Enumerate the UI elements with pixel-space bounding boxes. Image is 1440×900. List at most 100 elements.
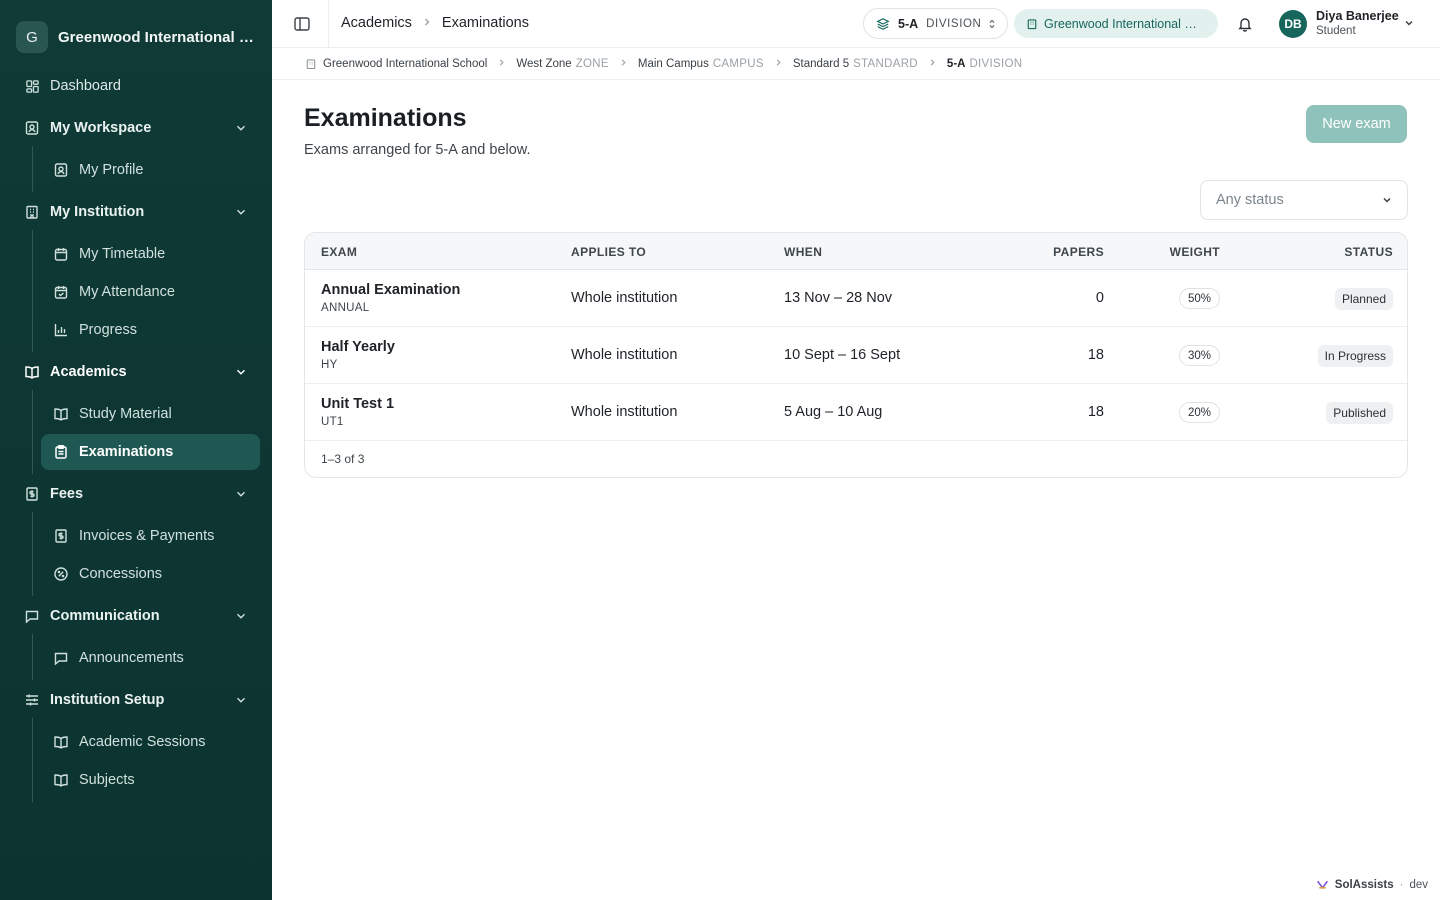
sidebar-item-dashboard[interactable]: Dashboard	[12, 68, 260, 104]
exam-name[interactable]: Half Yearly	[321, 339, 395, 355]
building-icon	[1027, 18, 1037, 29]
exam-when: 13 Nov – 28 Nov	[784, 290, 893, 306]
calendar-check-icon	[53, 284, 69, 300]
sidebar-item-progress[interactable]: Progress	[41, 312, 260, 348]
exam-papers: 18	[1087, 347, 1104, 363]
scope-crumb-name: Main Campus	[637, 57, 709, 70]
id-badge-icon	[53, 162, 69, 178]
column-header-weight[interactable]: WEIGHT	[1170, 245, 1220, 259]
user-name[interactable]: Diya Banerjee	[1316, 9, 1399, 23]
nav-guide-line	[32, 512, 33, 596]
sidebar-item-my-timetable[interactable]: My Timetable	[41, 236, 260, 272]
column-header-when[interactable]: WHEN	[784, 245, 822, 259]
scope-crumb-campus[interactable]: Main Campus CAMPUS	[638, 58, 764, 70]
pagination-summary: 1–3 of 3	[321, 452, 365, 466]
status-filter-select[interactable]: Any status	[1200, 180, 1408, 220]
sidebar-toggle-icon[interactable]	[293, 15, 311, 33]
topbar: Academics Examinations 5-A DIVISION Gree…	[272, 0, 1440, 48]
sidebar-item-label: My Institution	[50, 204, 145, 220]
nav-guide-line	[32, 718, 33, 802]
breadcrumb-academics[interactable]: Academics	[341, 15, 412, 31]
sidebar-item-my-profile[interactable]: My Profile	[41, 152, 260, 188]
scope-crumb-standard[interactable]: Standard 5 STANDARD	[793, 58, 918, 70]
discount-badge-icon	[53, 566, 69, 582]
nav-guide-line	[32, 230, 33, 352]
book-open-icon	[53, 772, 69, 788]
exam-code: ANNUAL	[321, 302, 370, 314]
exam-name[interactable]: Unit Test 1	[321, 396, 394, 412]
sidebar-item-concessions[interactable]: Concessions	[41, 556, 260, 592]
sidebar-item-subjects[interactable]: Subjects	[41, 762, 260, 798]
sidebar-group-my-workspace[interactable]: My Workspace	[12, 110, 260, 146]
column-header-applies-to[interactable]: APPLIES TO	[571, 245, 646, 259]
page-title: Examinations	[304, 104, 467, 132]
sidebar-item-label: Fees	[50, 486, 84, 502]
chevron-right-icon	[497, 58, 506, 70]
table-row[interactable]: Unit Test 1 UT1 Whole institution 5 Aug …	[305, 384, 1407, 441]
exam-applies-to: Whole institution	[571, 404, 678, 420]
exam-applies-to: Whole institution	[571, 347, 678, 363]
sidebar-item-label: Study Material	[79, 406, 172, 422]
sidebar-item-study-material[interactable]: Study Material	[41, 396, 260, 432]
status-badge: In Progress	[1317, 345, 1393, 367]
table-header: EXAM APPLIES TO WHEN PAPERS WEIGHT STATU…	[305, 233, 1407, 270]
new-exam-button[interactable]: New exam	[1306, 105, 1407, 143]
sidebar-group-academics[interactable]: Academics	[12, 354, 260, 390]
scope-crumb-division: 5-A DIVISION	[947, 58, 1022, 70]
sliders-icon	[24, 692, 40, 708]
sidebar-group-institution-setup[interactable]: Institution Setup	[12, 682, 260, 718]
nav-guide-line	[32, 390, 33, 474]
sidebar-item-label: Dashboard	[50, 78, 121, 94]
avatar[interactable]: DB	[1279, 10, 1307, 38]
sidebar-group-communication[interactable]: Communication	[12, 598, 260, 634]
table-row[interactable]: Half Yearly HY Whole institution 10 Sept…	[305, 327, 1407, 384]
institution-pill[interactable]: Greenwood International School	[1014, 9, 1218, 38]
scope-switcher[interactable]: 5-A DIVISION	[863, 8, 1008, 39]
sidebar-item-academic-sessions[interactable]: Academic Sessions	[41, 724, 260, 760]
exam-papers: 0	[1095, 290, 1104, 306]
environment-tag: SolAssists · dev	[1316, 878, 1428, 891]
sidebar-group-my-institution[interactable]: My Institution	[12, 194, 260, 230]
exam-name[interactable]: Annual Examination	[321, 282, 460, 298]
sidebar-group-fees[interactable]: Fees	[12, 476, 260, 512]
nav-guide-line	[32, 634, 33, 680]
book-open-icon	[53, 734, 69, 750]
brand[interactable]: G Greenwood International School	[0, 0, 272, 74]
table-row[interactable]: Annual Examination ANNUAL Whole institut…	[305, 270, 1407, 327]
scope-crumb-level: DIVISION	[969, 57, 1023, 70]
scope-crumb-level: CAMPUS	[712, 57, 764, 70]
exam-code: UT1	[321, 416, 344, 428]
sidebar-item-invoices-payments[interactable]: Invoices & Payments	[41, 518, 260, 554]
sidebar-item-examinations[interactable]: Examinations	[41, 434, 260, 470]
breadcrumb-current: Examinations	[441, 15, 529, 31]
institution-name: Greenwood International School	[1044, 16, 1204, 31]
sidebar-item-my-attendance[interactable]: My Attendance	[41, 274, 260, 310]
bell-icon[interactable]	[1236, 15, 1254, 33]
column-header-exam[interactable]: EXAM	[321, 245, 357, 259]
column-header-status[interactable]: STATUS	[1344, 245, 1393, 259]
sidebar-item-announcements[interactable]: Announcements	[41, 640, 260, 676]
scope-crumb-zone[interactable]: West Zone ZONE	[516, 58, 609, 70]
sidebar-item-label: Academics	[50, 364, 127, 380]
status-badge: Planned	[1334, 288, 1393, 310]
exam-papers: 18	[1087, 404, 1104, 420]
clipboard-icon	[53, 444, 69, 460]
column-header-papers[interactable]: PAPERS	[1053, 245, 1104, 259]
bar-chart-icon	[53, 322, 69, 338]
building-icon	[306, 58, 316, 69]
grid-icon	[24, 78, 40, 94]
status-badge: Published	[1326, 402, 1393, 424]
scope-crumb-name: West Zone	[516, 57, 572, 70]
chevron-updown-icon	[989, 19, 995, 29]
solassists-logo-icon	[1316, 880, 1328, 890]
scope-crumb-name: Greenwood International School	[323, 57, 488, 70]
scope-crumb-level: STANDARD	[853, 57, 918, 70]
chevron-down-icon[interactable]	[1403, 17, 1415, 29]
environment-brand: SolAssists	[1334, 878, 1394, 891]
chevron-down-icon	[237, 697, 245, 703]
chevron-right-icon	[422, 16, 432, 30]
sidebar-item-label: My Timetable	[79, 246, 166, 262]
scope-crumb-school[interactable]: Greenwood International School	[305, 58, 487, 70]
divider	[328, 0, 329, 48]
separator-dot: ·	[1399, 878, 1404, 891]
